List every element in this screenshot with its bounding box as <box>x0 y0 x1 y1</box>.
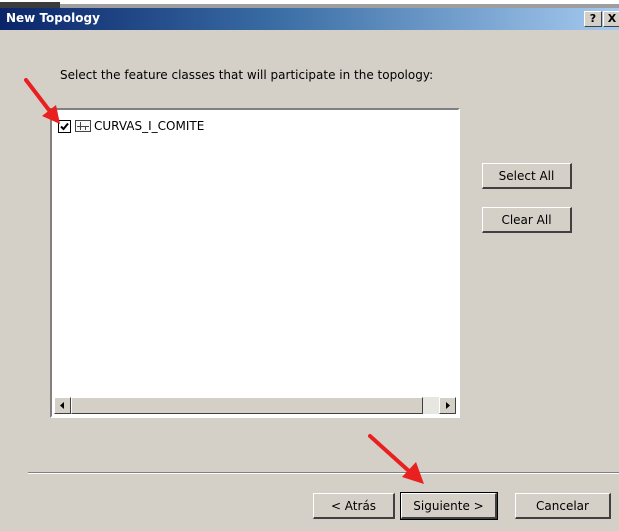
footer-divider <box>28 472 619 474</box>
horizontal-scrollbar[interactable] <box>54 397 456 414</box>
red-arrow-icon <box>24 78 60 124</box>
line-feature-class-icon <box>75 120 91 132</box>
next-button[interactable]: Siguiente > <box>400 492 498 520</box>
scroll-right-button[interactable] <box>439 397 456 414</box>
close-button[interactable]: X <box>603 11 619 27</box>
feature-class-label: CURVAS_I_COMITE <box>94 119 205 133</box>
cancel-button[interactable]: Cancelar <box>515 493 611 519</box>
red-arrow-icon <box>368 434 424 484</box>
select-all-button[interactable]: Select All <box>482 163 572 189</box>
instruction-text: Select the feature classes that will par… <box>60 68 434 82</box>
clear-all-button[interactable]: Clear All <box>482 207 572 233</box>
dialog-title: New Topology <box>6 11 100 25</box>
background-window-edge <box>0 0 619 8</box>
triangle-left-icon <box>60 402 64 409</box>
help-button[interactable]: ? <box>584 11 602 27</box>
triangle-right-icon <box>446 402 450 409</box>
back-button[interactable]: < Atrás <box>313 493 395 519</box>
new-topology-dialog: New Topology ? X Select the feature clas… <box>0 8 619 531</box>
title-bar: New Topology ? X <box>0 8 619 30</box>
feature-class-list[interactable]: CURVAS_I_COMITE <box>50 108 460 418</box>
scroll-left-button[interactable] <box>54 397 71 414</box>
list-item[interactable]: CURVAS_I_COMITE <box>58 118 204 134</box>
scroll-thumb[interactable] <box>71 397 423 414</box>
